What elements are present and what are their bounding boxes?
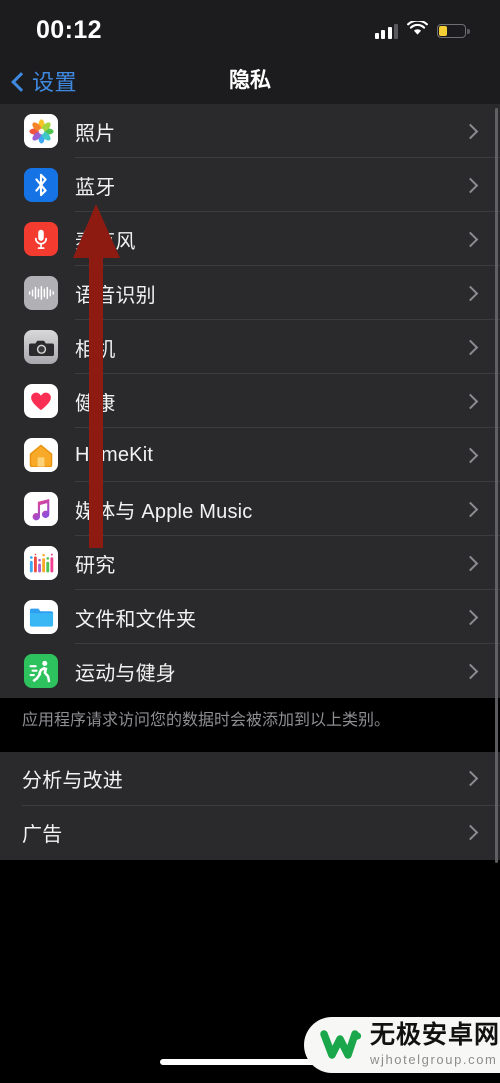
settings-row-label: 研究 <box>75 554 116 577</box>
vertical-scrollbar[interactable] <box>495 108 498 863</box>
watermark-url: wjhotelgroup.com <box>369 1051 498 1067</box>
settings-row-camera[interactable]: 相机 <box>0 320 500 374</box>
settings-row-label: 健康 <box>75 392 116 415</box>
chevron-right-icon <box>462 771 479 787</box>
bluetooth-icon <box>24 168 58 202</box>
speech-recognition-icon <box>24 276 58 310</box>
microphone-icon <box>24 222 58 256</box>
privacy-other-group: 分析与改进 广告 <box>0 751 500 860</box>
chevron-left-icon <box>11 71 31 92</box>
settings-row-motion-fitness[interactable]: 运动与健身 <box>0 644 500 698</box>
chevron-right-icon <box>462 285 479 301</box>
chevron-right-icon <box>462 339 479 355</box>
settings-row-homekit[interactable]: HomeKit <box>0 428 500 482</box>
status-bar: 00:12 <box>0 0 500 58</box>
settings-row-label: 语音识别 <box>75 284 156 307</box>
files-icon <box>24 600 58 634</box>
fitness-icon <box>24 654 58 688</box>
settings-row-files-and-folders[interactable]: 文件和文件夹 <box>0 590 500 644</box>
settings-row-photos[interactable]: 照片 <box>0 104 500 158</box>
cellular-signal-icon <box>374 23 398 39</box>
watermark-brand: 无极安卓网 <box>369 1020 500 1049</box>
watermark-logo-icon <box>318 1021 364 1067</box>
chevron-right-icon <box>462 501 479 517</box>
settings-row-label: HomeKit <box>75 443 154 466</box>
settings-row-bluetooth[interactable]: 蓝牙 <box>0 158 500 212</box>
chevron-right-icon <box>462 447 479 463</box>
settings-list: 照片 蓝牙 麦克风 语音识别 相机 健康 HomeKit 媒体与 Apple M… <box>0 104 500 860</box>
settings-row-label: 相机 <box>75 338 116 361</box>
settings-row-analytics-improvements[interactable]: 分析与改进 <box>0 752 500 806</box>
back-button-label: 设置 <box>32 70 78 95</box>
chevron-right-icon <box>462 231 479 247</box>
settings-row-advertising[interactable]: 广告 <box>0 806 500 860</box>
site-watermark: 无极安卓网 wjhotelgroup.com <box>303 1011 500 1077</box>
chevron-right-icon <box>462 123 479 139</box>
settings-row-health[interactable]: 健康 <box>0 374 500 428</box>
chevron-right-icon <box>462 555 479 571</box>
settings-row-microphone[interactable]: 麦克风 <box>0 212 500 266</box>
settings-row-label: 媒体与 Apple Music <box>75 500 253 523</box>
settings-row-label: 分析与改进 <box>22 770 123 793</box>
battery-low-power-icon <box>437 24 470 38</box>
back-button[interactable]: 设置 <box>11 58 78 104</box>
settings-row-label: 广告 <box>22 824 63 847</box>
photos-icon <box>24 114 58 148</box>
settings-row-research[interactable]: 研究 <box>0 536 500 590</box>
homekit-icon <box>24 438 58 472</box>
camera-icon <box>24 330 58 364</box>
settings-row-label: 文件和文件夹 <box>75 608 197 631</box>
chevron-right-icon <box>462 663 479 679</box>
settings-row-speech-recognition[interactable]: 语音识别 <box>0 266 500 320</box>
settings-row-label: 运动与健身 <box>75 662 176 685</box>
watermark-text: 无极安卓网 wjhotelgroup.com <box>369 1020 500 1067</box>
music-icon <box>24 492 58 526</box>
settings-row-label: 照片 <box>75 122 116 145</box>
wifi-icon <box>407 19 428 41</box>
chevron-right-icon <box>462 825 479 841</box>
settings-row-label: 麦克风 <box>75 230 136 253</box>
settings-row-media-apple-music[interactable]: 媒体与 Apple Music <box>0 482 500 536</box>
iphone-screen: 00:12 隐私 设置 照片 蓝牙 麦克风 语音识别 相机 健康 HomeKit… <box>0 0 500 1083</box>
status-bar-indicators <box>374 17 470 41</box>
settings-row-label: 蓝牙 <box>75 176 116 199</box>
section-footnote: 应用程序请求访问您的数据时会被添加到以上类别。 <box>0 698 500 752</box>
navigation-bar: 隐私 设置 <box>0 58 500 104</box>
health-icon <box>24 384 58 418</box>
research-icon <box>24 546 58 580</box>
chevron-right-icon <box>462 609 479 625</box>
chevron-right-icon <box>462 177 479 193</box>
chevron-right-icon <box>462 393 479 409</box>
privacy-categories-group: 照片 蓝牙 麦克风 语音识别 相机 健康 HomeKit 媒体与 Apple M… <box>0 104 500 698</box>
status-bar-clock: 00:12 <box>36 16 102 44</box>
